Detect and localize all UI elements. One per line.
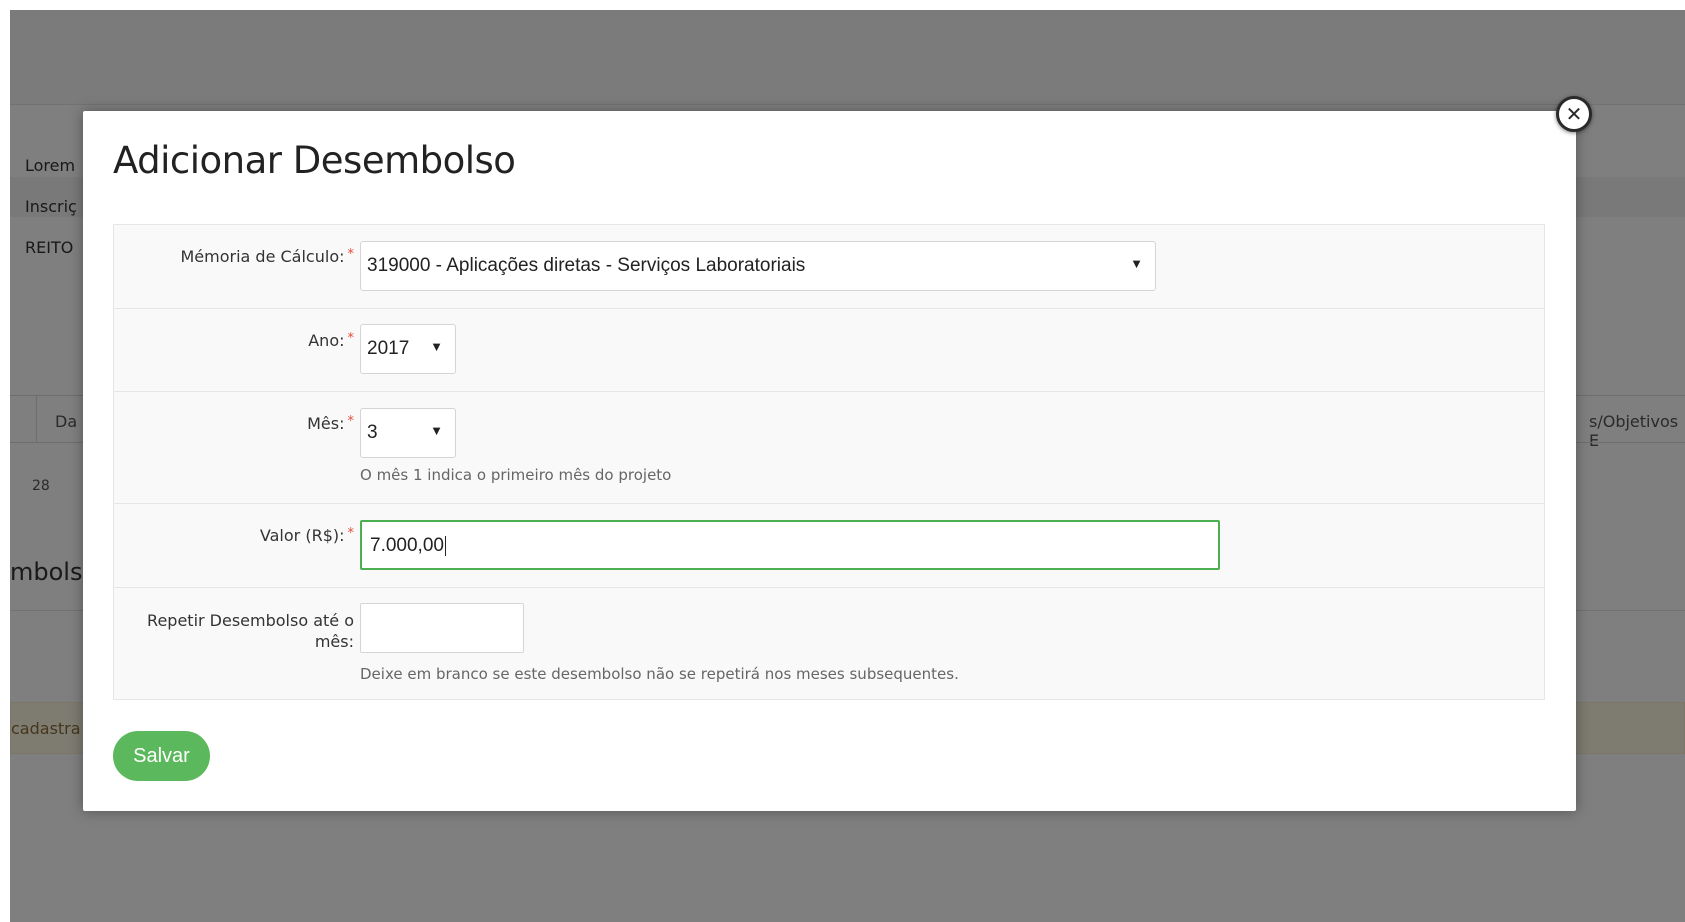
form-row-repetir: Repetir Desembolso até o mês: Deixe em b… — [114, 588, 1544, 700]
save-button[interactable]: Salvar — [113, 731, 210, 781]
memoria-label-text: Mémoria de Cálculo: — [180, 247, 345, 266]
disbursement-form: Mémoria de Cálculo: * 319000 - Aplicações… — [113, 224, 1545, 700]
chevron-down-icon: ▼ — [430, 339, 443, 354]
required-mark: * — [347, 414, 355, 429]
repetir-help-text: Deixe em branco se este desembolso não s… — [360, 665, 959, 683]
mes-label: Mês: * — [114, 414, 354, 433]
form-row-valor: Valor (R$): * 7.000,00 — [114, 504, 1544, 588]
valor-input-value: 7.000,00 — [370, 535, 444, 556]
mes-select-value: 3 — [367, 422, 378, 443]
repetir-input[interactable] — [360, 603, 524, 653]
left-edge — [0, 0, 10, 922]
mes-select[interactable]: 3 ▼ — [360, 408, 456, 458]
form-row-mes: Mês: * 3 ▼ O mês 1 indica o primeiro mês … — [114, 392, 1544, 504]
memoria-label: Mémoria de Cálculo: * — [114, 247, 354, 266]
ano-select-value: 2017 — [367, 338, 410, 359]
valor-label: Valor (R$): * — [114, 526, 354, 545]
modal-title: Adicionar Desembolso — [113, 139, 516, 182]
ano-select[interactable]: 2017 ▼ — [360, 324, 456, 374]
mes-label-text: Mês: — [307, 414, 345, 433]
mes-help-text: O mês 1 indica o primeiro mês do projeto — [360, 466, 672, 484]
valor-label-text: Valor (R$): — [259, 526, 345, 545]
add-disbursement-modal: Adicionar Desembolso Mémoria de Cálculo:… — [83, 111, 1576, 811]
repetir-label: Repetir Desembolso até o mês: — [147, 611, 354, 651]
memoria-select[interactable]: 319000 - Aplicações diretas - Serviços L… — [360, 241, 1156, 291]
top-edge — [0, 0, 1685, 10]
ano-label-text: Ano: — [308, 331, 345, 350]
text-caret — [444, 535, 446, 556]
chevron-down-icon: ▼ — [430, 423, 443, 438]
required-mark: * — [347, 331, 355, 346]
chevron-down-icon: ▼ — [1130, 256, 1143, 271]
close-icon: ✕ — [1565, 102, 1583, 126]
form-row-ano: Ano: * 2017 ▼ — [114, 309, 1544, 392]
required-mark: * — [347, 526, 355, 541]
ano-label: Ano: * — [114, 331, 354, 350]
valor-input[interactable]: 7.000,00 — [360, 520, 1220, 570]
close-modal-button[interactable]: ✕ — [1556, 96, 1592, 132]
memoria-select-value: 319000 - Aplicações diretas - Serviços L… — [367, 255, 806, 276]
required-mark: * — [347, 247, 355, 262]
form-row-memoria: Mémoria de Cálculo: * 319000 - Aplicações… — [114, 225, 1544, 309]
